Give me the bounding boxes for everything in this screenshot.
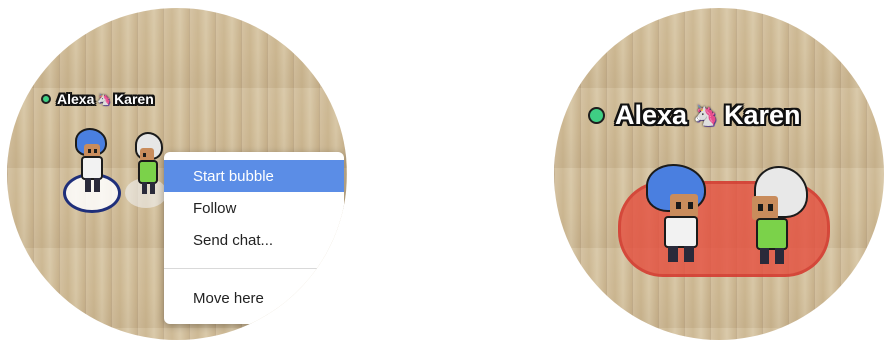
avatar-alexa[interactable] — [75, 130, 109, 196]
left-scene-view: Alexa 🦄 Karen Start bubble Follow Send c… — [7, 8, 347, 340]
unicorn-icon: 🦄 — [693, 105, 718, 127]
context-menu: Start bubble Follow Send chat... Move he… — [164, 152, 344, 324]
unicorn-icon: 🦄 — [97, 93, 112, 106]
menu-item-start-bubble[interactable]: Start bubble — [164, 160, 344, 192]
wood-floor — [554, 8, 884, 340]
avatar-alexa[interactable] — [646, 166, 712, 266]
menu-item-move-here[interactable]: Move here — [164, 282, 344, 314]
nametag-user: Alexa — [615, 100, 688, 130]
menu-item-send-chat[interactable]: Send chat... — [164, 224, 344, 256]
menu-separator — [164, 268, 344, 269]
right-scene-view: Alexa 🦄 Karen — [554, 8, 884, 340]
nametag-friend: Karen — [114, 91, 154, 107]
nametag: Alexa 🦄 Karen — [41, 91, 154, 107]
menu-item-follow[interactable]: Follow — [164, 192, 344, 224]
nametag: Alexa 🦄 Karen — [588, 100, 801, 131]
nametag-user: Alexa — [57, 91, 95, 107]
avatar-karen[interactable] — [746, 168, 808, 268]
avatar-karen[interactable] — [135, 134, 165, 196]
nametag-friend: Karen — [723, 100, 801, 130]
online-status-dot — [41, 94, 51, 104]
online-status-dot — [588, 107, 605, 124]
